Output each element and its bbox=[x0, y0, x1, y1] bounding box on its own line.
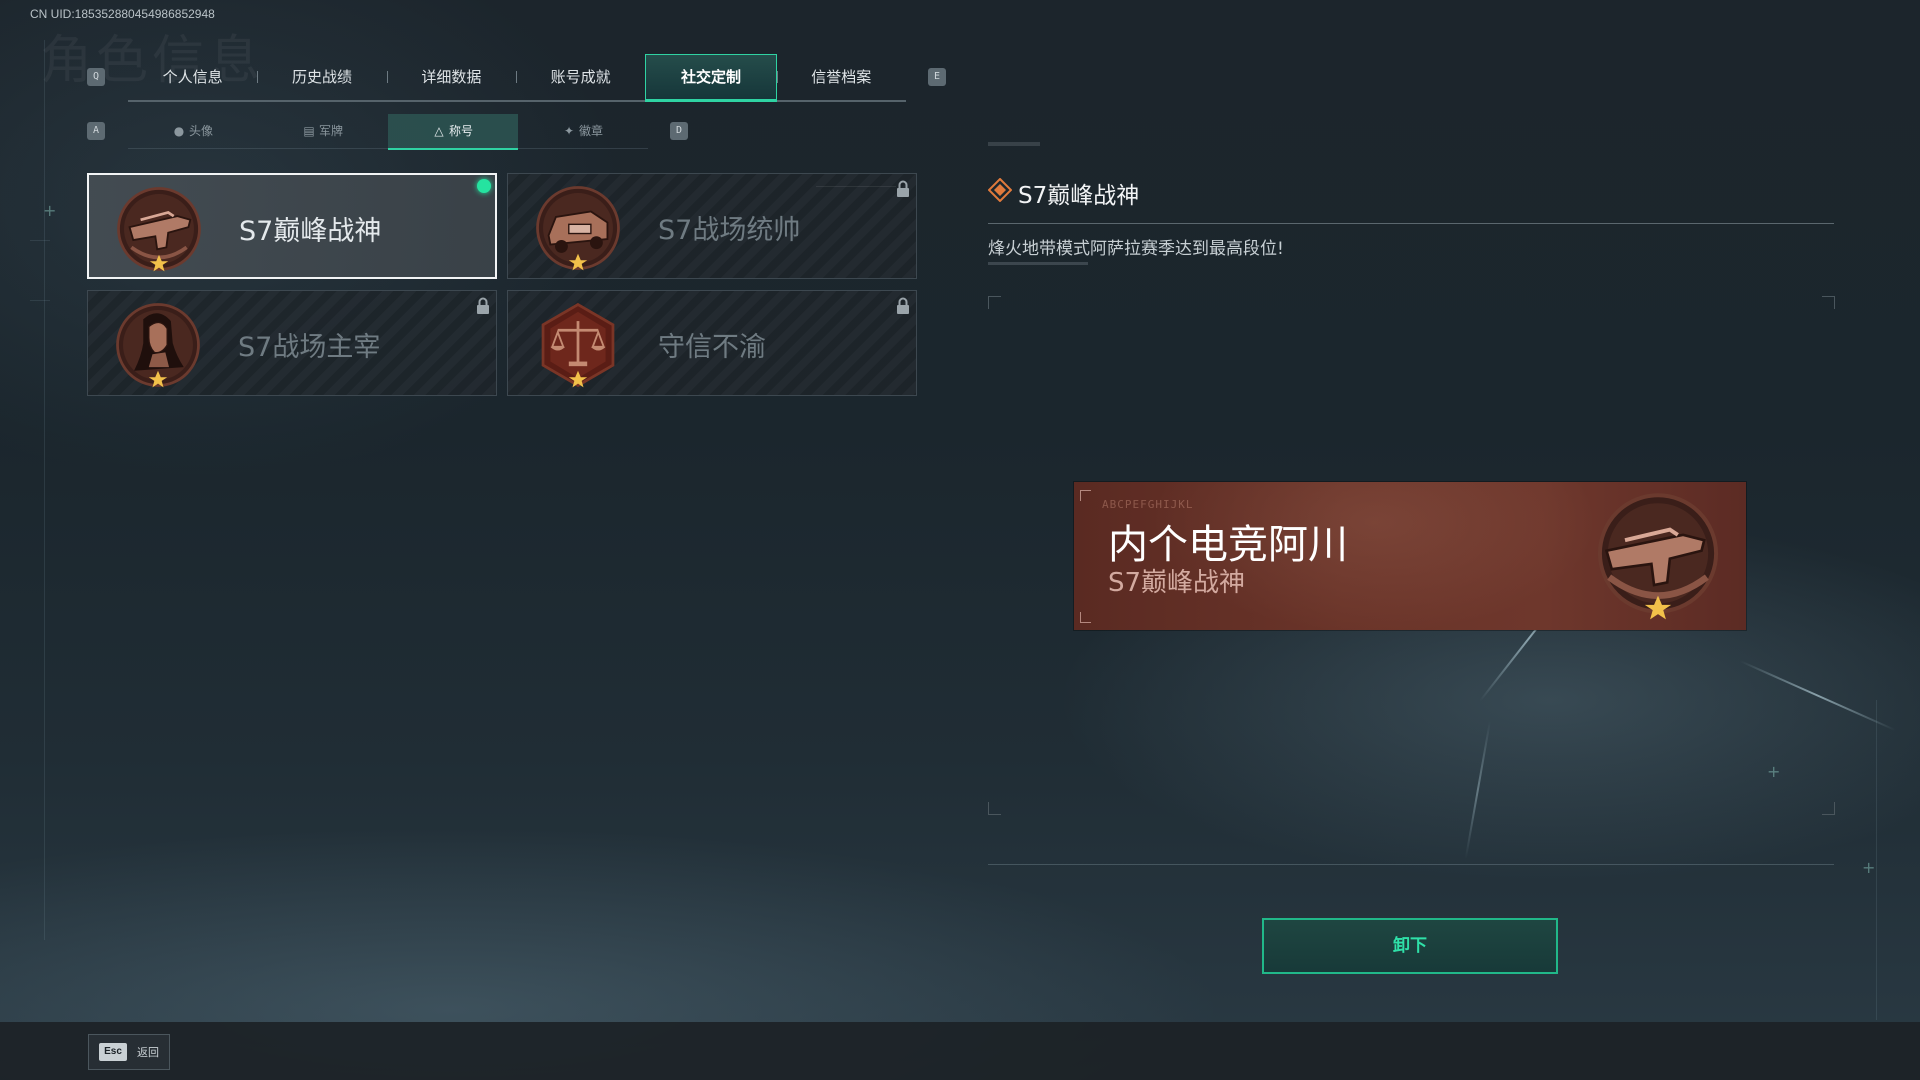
divider bbox=[988, 864, 1834, 865]
lightning-streak bbox=[1739, 660, 1896, 732]
player-uid: CN UID:1853528804549868529​48 bbox=[30, 7, 215, 21]
frame-tick bbox=[30, 240, 50, 241]
frame-tick bbox=[30, 300, 50, 301]
scales-medal-icon bbox=[541, 302, 615, 388]
subtab-dogtag[interactable]: ▤ 军牌 bbox=[258, 114, 388, 148]
crosshair-icon: + bbox=[1767, 762, 1781, 781]
diamond-title-icon bbox=[988, 178, 1012, 202]
title-label: S7战场主宰 bbox=[238, 332, 381, 363]
rifle-medal-icon bbox=[117, 187, 201, 272]
next-tab-key[interactable]: E bbox=[928, 68, 946, 86]
prev-tab-key[interactable]: Q bbox=[87, 68, 105, 86]
card-deco-line bbox=[816, 186, 896, 187]
frame-line bbox=[1876, 700, 1877, 1020]
main-tabs: 个人信息 历史战绩 详细数据 账号成就 社交定制 信誉档案 bbox=[128, 54, 906, 102]
lock-icon bbox=[477, 297, 489, 314]
detail-title: S7巅峰战神 bbox=[1018, 183, 1140, 209]
title-preview-banner: ABCPEFGHIJKL 内个电竞阿川 S7巅峰战神 bbox=[1074, 482, 1746, 630]
person-icon: ● bbox=[173, 124, 185, 138]
esc-key: Esc bbox=[99, 1043, 127, 1061]
detail-tag-deco bbox=[988, 142, 1040, 146]
title-card[interactable]: S7战场主宰 bbox=[87, 290, 497, 396]
subtab-label: 头像 bbox=[188, 124, 213, 138]
title-label: S7战场统帅 bbox=[658, 215, 801, 246]
subtab-emblem[interactable]: ✦ 徽章 bbox=[518, 114, 648, 148]
divider bbox=[988, 223, 1834, 224]
frame-corner bbox=[988, 296, 1001, 309]
footer-bar bbox=[0, 1022, 1920, 1080]
frame-corner bbox=[988, 802, 1001, 815]
equipped-indicator bbox=[477, 179, 491, 193]
back-label: 返回 bbox=[137, 1046, 159, 1059]
subtab-avatar[interactable]: ● 头像 bbox=[128, 114, 258, 148]
tab-achievements[interactable]: 账号成就 bbox=[515, 54, 645, 100]
title-card[interactable]: S7巅峰战神 bbox=[87, 173, 497, 279]
emblem-icon: ✦ bbox=[563, 124, 575, 138]
rifle-medal-icon bbox=[1597, 493, 1719, 620]
frame-corner bbox=[1822, 802, 1835, 815]
title-label: 守信不渝 bbox=[658, 332, 766, 363]
lock-icon bbox=[897, 180, 909, 197]
banner-runes: ABCPEFGHIJKL bbox=[1102, 498, 1194, 511]
subtab-title[interactable]: △ 称号 bbox=[388, 114, 518, 150]
tab-detailed-data[interactable]: 详细数据 bbox=[386, 54, 516, 100]
title-card[interactable]: 守信不渝 bbox=[507, 290, 917, 396]
title-label: S7巅峰战神 bbox=[239, 216, 382, 247]
description-underline bbox=[988, 262, 1088, 265]
back-button[interactable]: Esc 返回 bbox=[88, 1034, 170, 1070]
vehicle-medal-icon bbox=[536, 186, 620, 271]
prev-subtab-key[interactable]: A bbox=[87, 122, 105, 140]
triangle-icon: △ bbox=[434, 124, 444, 138]
tab-credit-record[interactable]: 信誉档案 bbox=[776, 54, 906, 100]
banner-corner bbox=[1080, 490, 1091, 501]
unequip-button[interactable]: 卸下 bbox=[1262, 918, 1558, 974]
crosshair-icon: + bbox=[1862, 858, 1876, 877]
warrior-medal-icon bbox=[116, 303, 200, 388]
subtab-label: 军牌 bbox=[318, 124, 343, 138]
detail-description: 烽火地带模式阿萨拉赛季达到最高段位! bbox=[988, 239, 1284, 259]
title-card[interactable]: S7战场统帅 bbox=[507, 173, 917, 279]
tab-personal-info[interactable]: 个人信息 bbox=[128, 54, 257, 100]
sub-tabs: ● 头像 ▤ 军牌 △ 称号 ✦ 徽章 bbox=[128, 114, 648, 150]
preview-title: S7巅峰战神 bbox=[1108, 568, 1246, 598]
frame-corner bbox=[1822, 296, 1835, 309]
subtab-label: 徽章 bbox=[578, 124, 603, 138]
lightning-streak bbox=[1464, 720, 1491, 860]
frame-line bbox=[44, 40, 45, 940]
banner-corner bbox=[1080, 612, 1091, 623]
dogtag-icon: ▤ bbox=[303, 124, 315, 138]
subtab-label: 称号 bbox=[448, 124, 473, 138]
lock-icon bbox=[897, 297, 909, 314]
tab-match-history[interactable]: 历史战绩 bbox=[257, 54, 386, 100]
tab-social-custom[interactable]: 社交定制 bbox=[645, 54, 777, 102]
crosshair-icon: + bbox=[43, 201, 57, 220]
next-subtab-key[interactable]: D bbox=[670, 122, 688, 140]
